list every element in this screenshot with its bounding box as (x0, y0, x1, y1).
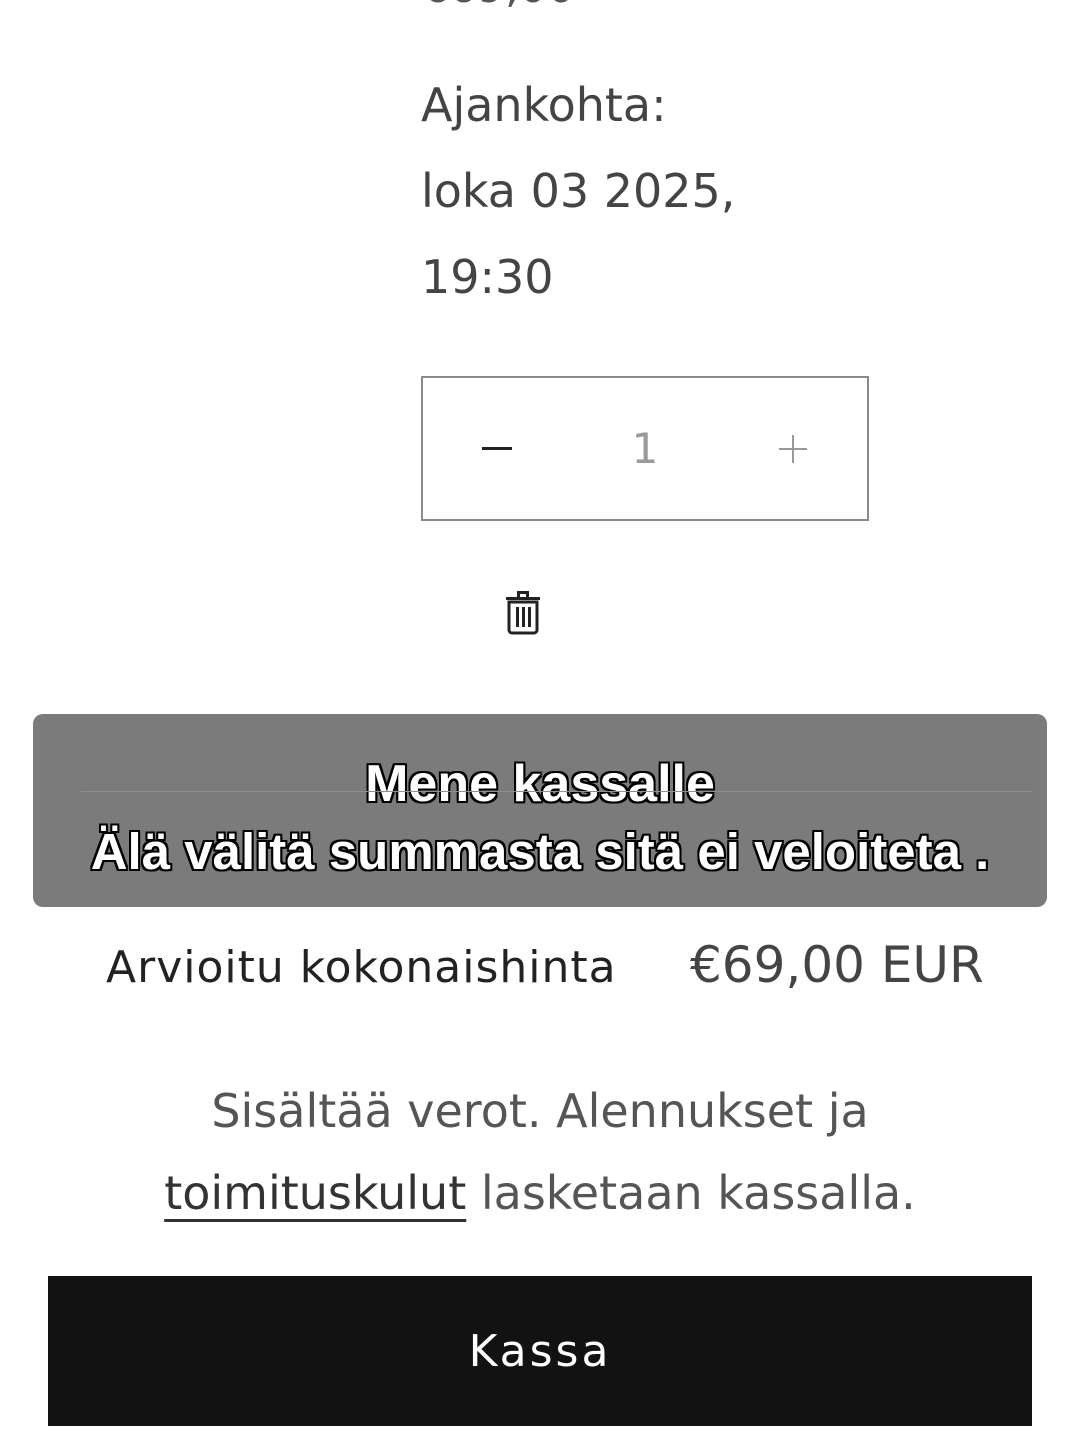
banner-message: Älä välitä summasta sitä ei veloiteta . (90, 823, 990, 880)
plus-icon (779, 434, 807, 463)
tax-note-suffix: lasketaan kassalla. (480, 1166, 916, 1220)
time-value: 19:30 (421, 250, 554, 304)
total-label: Arvioitu kokonaishinta (106, 942, 617, 993)
quantity-stepper (421, 376, 869, 521)
item-details: Ajankohta: loka 03 2025, 19:30 (421, 62, 841, 320)
item-price: €69,00 (421, 0, 575, 10)
remove-item-button[interactable] (500, 588, 546, 636)
quantity-input[interactable] (571, 423, 719, 474)
decrease-quantity-button[interactable] (423, 378, 571, 519)
estimated-total: Arvioitu kokonaishinta €69,00 EUR (106, 936, 986, 1006)
checkout-button[interactable]: Kassa (48, 1276, 1032, 1426)
total-value: €69,00 EUR (690, 936, 984, 994)
tax-note-prefix: Sisältää verot. Alennukset ja (211, 1084, 869, 1138)
checkout-notice-banner: Mene kassalle Älä välitä summasta sitä e… (33, 714, 1047, 907)
shipping-costs-link[interactable]: toimituskulut (164, 1166, 466, 1220)
banner-title: Mene kassalle (365, 755, 715, 813)
date-label: Ajankohta: (421, 78, 667, 132)
date-value: loka 03 2025, (421, 164, 736, 218)
increase-quantity-button[interactable] (719, 378, 867, 519)
cart-page: €69,00 Ajankohta: loka 03 2025, 19:30 Me… (0, 0, 1080, 1440)
minus-icon (482, 447, 512, 450)
tax-note: Sisältää verot. Alennukset ja toimitusku… (40, 1070, 1040, 1234)
banner-divider (81, 791, 1033, 792)
trash-icon (506, 591, 540, 635)
